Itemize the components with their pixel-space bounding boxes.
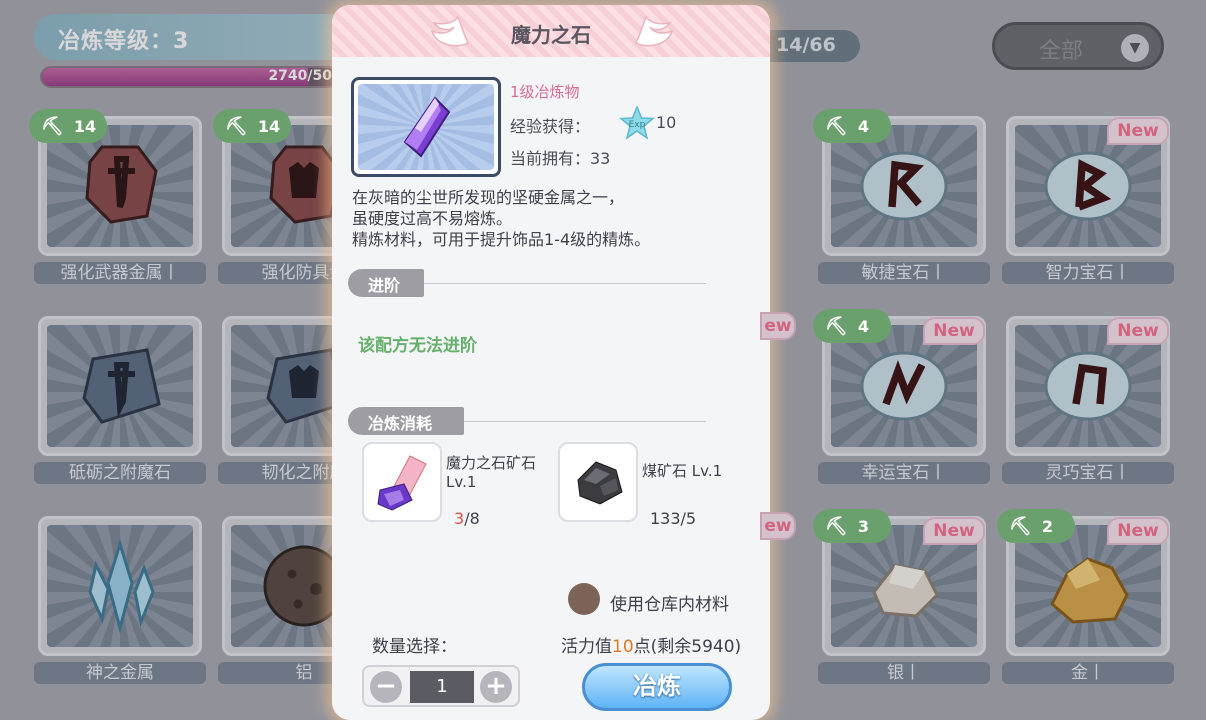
smelt-button[interactable]: 冶炼	[582, 663, 732, 711]
new-badge-partial: ew	[760, 312, 796, 340]
item-description: 在灰暗的尘世所发现的坚硬金属之一， 虽硬度过高不易熔炼。 精炼材料，可用于提升饰…	[352, 187, 752, 250]
pickaxe-icon: ⛏	[1009, 516, 1032, 537]
cost-section-header: 冶炼消耗	[348, 407, 464, 435]
pickaxe-badge: ⛏ 3	[813, 509, 891, 543]
new-badge: New	[923, 517, 985, 545]
new-badge-partial: ew	[760, 512, 796, 540]
exp-star-icon: Exp	[619, 106, 655, 140]
pickaxe-badge: ⛏ 4	[813, 109, 891, 143]
pickaxe-badge: ⛏ 14	[29, 109, 107, 143]
exp-gain-value: 10	[656, 113, 677, 132]
pickaxe-badge: ⛏ 14	[213, 109, 291, 143]
material-slot-magic-ore[interactable]	[362, 442, 442, 522]
owned-count: 当前拥有：33	[510, 149, 611, 168]
description-line: 虽硬度过高不易熔炼。	[352, 209, 513, 228]
section-divider	[464, 421, 706, 422]
pickaxe-icon: ⛏	[825, 316, 848, 337]
pickaxe-badge: ⛏ 4	[813, 309, 891, 343]
vitality-cost: 活力值10点(剩余5940)	[561, 637, 742, 657]
material-count: 3/8	[454, 509, 480, 528]
material-slot-coal-ore[interactable]	[558, 442, 638, 522]
exp-gain-label: 经验获得：	[510, 117, 591, 136]
exp-badge-text: Exp	[629, 120, 646, 130]
description-line: 精炼材料，可用于提升饰品1-4级的精炼。	[352, 230, 651, 249]
new-badge: New	[1107, 117, 1169, 145]
plus-button[interactable]: +	[480, 671, 512, 703]
pickaxe-icon: ⛏	[825, 116, 848, 137]
material-name: 煤矿石 Lv.1	[642, 462, 723, 480]
pickaxe-icon: ⛏	[225, 116, 248, 137]
pickaxe-badge: ⛏ 2	[997, 509, 1075, 543]
pickaxe-icon: ⛏	[41, 116, 64, 137]
new-badge: New	[1107, 317, 1169, 345]
magic-ore-icon	[377, 455, 427, 511]
material-name: 魔力之石矿石 Lv.1	[446, 454, 537, 491]
item-detail-panel: 魔力之石 1级冶炼物 经验获得： Exp 10 当前拥有：33 在灰暗的尘世所发…	[332, 5, 770, 720]
minus-button[interactable]: −	[370, 671, 402, 703]
new-badge: New	[923, 317, 985, 345]
description-line: 在灰暗的尘世所发现的坚硬金属之一，	[352, 188, 625, 207]
quantity-value[interactable]: 1	[410, 671, 474, 703]
coal-ore-icon	[577, 461, 623, 505]
advance-section-header: 进阶	[348, 269, 424, 297]
quantity-label: 数量选择：	[372, 637, 457, 657]
use-storage-toggle[interactable]	[568, 583, 600, 615]
item-thumbnail	[351, 77, 501, 177]
panel-title: 魔力之石	[511, 23, 591, 47]
section-divider	[424, 283, 706, 284]
quantity-stepper: − 1 +	[362, 665, 520, 707]
use-storage-label: 使用仓库内材料	[610, 595, 729, 615]
material-count: 133/5	[650, 509, 697, 528]
advance-message: 该配方无法进阶	[358, 336, 477, 356]
magic-stone-icon	[403, 96, 451, 158]
item-tier: 1级冶炼物	[510, 83, 580, 101]
pickaxe-icon: ⛏	[825, 516, 848, 537]
new-badge: New	[1107, 517, 1169, 545]
